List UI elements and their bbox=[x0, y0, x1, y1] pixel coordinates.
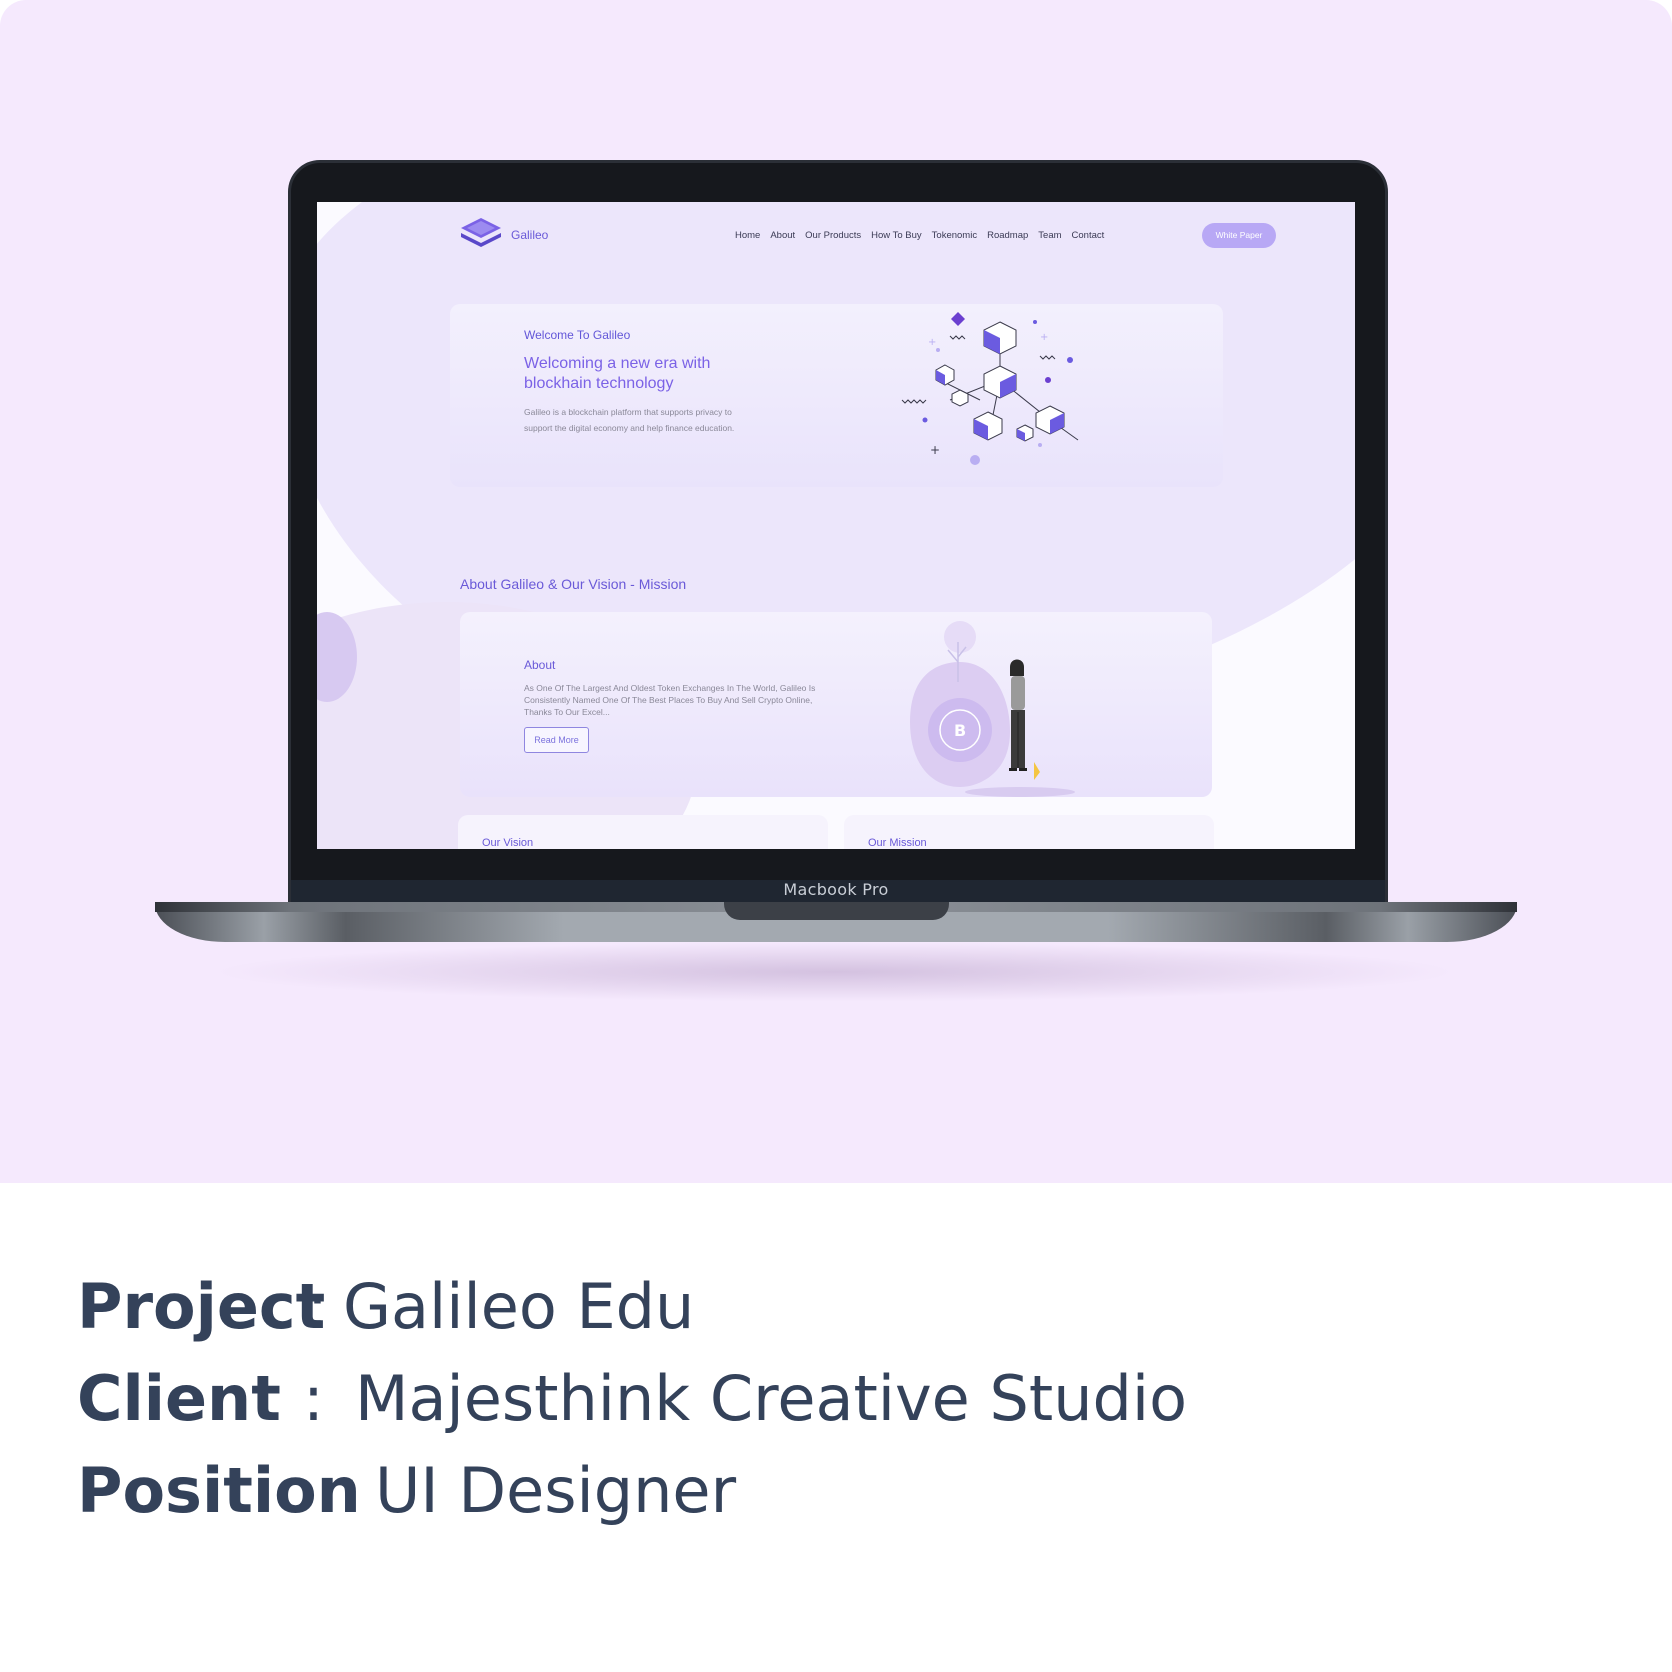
client-separator: : bbox=[303, 1362, 324, 1435]
client-value: Majesthink Creative Studio bbox=[355, 1362, 1188, 1435]
nav-about[interactable]: About bbox=[770, 230, 795, 241]
nav-how-to-buy[interactable]: How To Buy bbox=[871, 230, 922, 241]
nav-home[interactable]: Home bbox=[735, 230, 760, 241]
mission-card: Our Mission bbox=[844, 815, 1214, 849]
site-navbar: Galileo Home About Our Products How To B… bbox=[459, 210, 1276, 250]
svg-text:+: + bbox=[930, 443, 940, 457]
project-value: Galileo Edu bbox=[343, 1270, 695, 1343]
nav-team[interactable]: Team bbox=[1038, 230, 1061, 241]
read-more-button[interactable]: Read More bbox=[524, 727, 589, 753]
laptop-mockup: Macbook Pro Galileo Home About Our Produ… bbox=[0, 0, 1672, 1183]
svg-text:+: + bbox=[1040, 332, 1048, 343]
hero-description: Galileo is a blockchain platform that su… bbox=[524, 407, 735, 433]
project-label: Project bbox=[77, 1270, 326, 1343]
laptop-notch bbox=[724, 902, 949, 920]
svg-text:+: + bbox=[928, 337, 936, 348]
position-value: UI Designer bbox=[375, 1454, 737, 1527]
galileo-logo-icon[interactable] bbox=[459, 216, 503, 250]
nav-our-products[interactable]: Our Products bbox=[805, 230, 861, 241]
nav-roadmap[interactable]: Roadmap bbox=[987, 230, 1028, 241]
vision-title: Our Vision bbox=[482, 837, 534, 849]
brand-name[interactable]: Galileo bbox=[511, 228, 548, 242]
client-label: Client bbox=[77, 1362, 281, 1435]
nav-contact[interactable]: Contact bbox=[1072, 230, 1105, 241]
project-separator: : bbox=[307, 1270, 328, 1343]
woman-bitcoin-illustration: B bbox=[910, 621, 1075, 797]
svg-text:B: B bbox=[954, 721, 966, 740]
position-separator: : bbox=[339, 1454, 360, 1527]
device-label: Macbook Pro bbox=[783, 880, 889, 899]
vision-card: Our Vision bbox=[458, 815, 828, 849]
mission-title: Our Mission bbox=[868, 837, 927, 849]
hero-card: Welcome To Galileo Welcoming a new era w… bbox=[450, 304, 1223, 487]
laptop-shadow bbox=[210, 942, 1460, 1002]
about-title: About bbox=[524, 658, 556, 672]
position-label: Position bbox=[77, 1454, 361, 1527]
nav-tokenomic[interactable]: Tokenomic bbox=[932, 230, 977, 241]
nav-links: Home About Our Products How To Buy Token… bbox=[735, 230, 1104, 241]
blockchain-cubes-illustration: + + + bbox=[901, 312, 1079, 465]
laptop-screen: Galileo Home About Our Products How To B… bbox=[317, 202, 1355, 849]
about-description: As One Of The Largest And Oldest Token E… bbox=[524, 683, 816, 717]
about-section-title: About Galileo & Our Vision - Mission bbox=[460, 576, 687, 592]
about-card: About As One Of The Largest And Oldest T… bbox=[460, 612, 1212, 797]
hero-kicker: Welcome To Galileo bbox=[524, 328, 631, 342]
white-paper-button[interactable]: White Paper bbox=[1202, 223, 1276, 248]
hero-title: Welcoming a new era with blockhain techn… bbox=[524, 355, 711, 392]
